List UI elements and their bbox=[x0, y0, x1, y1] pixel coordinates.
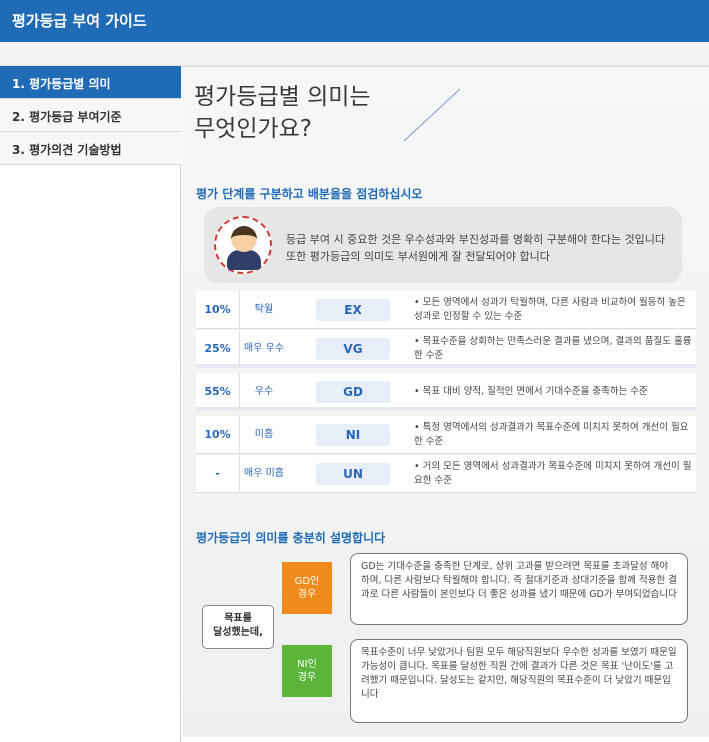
grade-code-badge: VG bbox=[316, 338, 390, 360]
advice-text: 등급 부여 시 중요한 것은 우수성과와 부진성과를 명확히 구분해야 한다는 … bbox=[286, 231, 676, 265]
grade-code-badge: UN bbox=[316, 463, 390, 485]
grade-code-badge: GD bbox=[316, 381, 390, 403]
grade-percent: 25% bbox=[196, 330, 240, 368]
gd-case-tag: GD인 경우 bbox=[282, 562, 332, 614]
ni-explanation-bubble: 목표수준이 너무 낮았거나 팀원 모두 해당직원보다 우수한 성과를 보였기 때… bbox=[350, 639, 688, 723]
ni-tag-line1: NI인 bbox=[297, 659, 317, 670]
table-row: 10% 미흡 NI • 특정 영역에서의 성과결과가 목표수준에 미치지 못하여… bbox=[196, 416, 696, 454]
table-row: 25% 매우 우수 VG • 목표수준을 상회하는 만족스러운 결과를 냈으며,… bbox=[196, 330, 696, 368]
grade-description: • 특정 영역에서의 성과결과가 목표수준에 미치지 못하여 개선이 필요한 수… bbox=[414, 422, 689, 447]
ni-case-tag: NI인 경우 bbox=[282, 645, 332, 697]
grade-percent: 10% bbox=[196, 416, 240, 454]
sidebar-item-grade-meaning[interactable]: 1. 평가등급별 의미 bbox=[0, 66, 181, 99]
grade-percent: - bbox=[196, 455, 240, 493]
table-row: 55% 우수 GD • 목표 대비 양적, 질적인 면에서 기대수준을 충족하는… bbox=[196, 373, 696, 411]
grade-label: 탁월 bbox=[254, 304, 274, 315]
header-divider bbox=[0, 42, 709, 66]
section1-title: 평가 단계를 구분하고 배분율을 점검하십시오 bbox=[196, 187, 423, 201]
grade-label: 우수 bbox=[254, 386, 274, 397]
goal-label-line2: 달성했는데, bbox=[213, 627, 263, 638]
grade-label: 매우 미흡 bbox=[244, 468, 284, 479]
gd-tag-line1: GD인 bbox=[294, 576, 320, 587]
sidebar-item-opinion-writing[interactable]: 3. 평가의견 기술방법 bbox=[0, 132, 181, 165]
gd-explanation-bubble: GD는 기대수준을 충족한 단계로, 상위 고과를 받으려면 목표를 초과달성 … bbox=[350, 553, 688, 625]
ni-tag-line2: 경우 bbox=[297, 672, 317, 683]
goal-achieved-label: 목표를 달성했는데, bbox=[202, 605, 274, 649]
gd-tag-line2: 경우 bbox=[297, 589, 317, 600]
grade-description: • 목표수준을 상회하는 만족스러운 결과를 냈으며, 결과의 품질도 훌륭한 … bbox=[414, 336, 692, 361]
grade-label: 미흡 bbox=[254, 429, 274, 440]
page-header: 평가등급 부여 가이드 bbox=[0, 0, 709, 42]
section2-title: 평가등급의 의미를 충분히 설명합니다 bbox=[196, 531, 386, 545]
grade-code-badge: EX bbox=[316, 299, 390, 321]
table-row: 10% 탁월 EX • 모든 영역에서 성과가 탁월하며, 다른 사람과 비교하… bbox=[196, 291, 696, 329]
advice-line1: 등급 부여 시 중요한 것은 우수성과와 부진성과를 명확히 구분해야 한다는 … bbox=[286, 233, 666, 246]
grade-percent: 55% bbox=[196, 373, 240, 411]
grade-description: • 목표 대비 양적, 질적인 면에서 기대수준을 충족하는 수준 bbox=[414, 386, 648, 397]
page-title: 평가등급 부여 가이드 bbox=[12, 12, 147, 30]
grade-description: • 거의 모든 영역에서 성과결과가 목표수준에 미치지 못하여 개선이 필요한… bbox=[414, 461, 692, 486]
sidebar-item-grade-criteria[interactable]: 2. 평가등급 부여기준 bbox=[0, 99, 181, 132]
grade-code-badge: NI bbox=[316, 424, 390, 446]
sidebar: 1. 평가등급별 의미 2. 평가등급 부여기준 3. 평가의견 기술방법 bbox=[0, 66, 181, 742]
grade-label: 매우 우수 bbox=[244, 343, 284, 354]
table-row: - 매우 미흡 UN • 거의 모든 영역에서 성과결과가 목표수준에 미치지 … bbox=[196, 455, 696, 493]
decorative-line bbox=[403, 88, 461, 142]
advice-line2: 또한 평가등급의 의미도 부서원에게 잘 전달되어야 합니다 bbox=[286, 250, 550, 263]
advice-note: 등급 부여 시 중요한 것은 우수성과와 부진성과를 명확히 구분해야 한다는 … bbox=[204, 207, 682, 283]
advisor-avatar-icon bbox=[214, 216, 272, 274]
main-content: 평가등급별 의미는 무엇인가요? 평가 단계를 구분하고 배분율을 점검하십시오… bbox=[182, 66, 709, 737]
grade-percent: 10% bbox=[196, 291, 240, 329]
goal-label-line1: 목표를 bbox=[224, 613, 252, 624]
grade-description: • 모든 영역에서 성과가 탁월하며, 다른 사람과 비교하여 월등히 높은 성… bbox=[414, 297, 686, 322]
